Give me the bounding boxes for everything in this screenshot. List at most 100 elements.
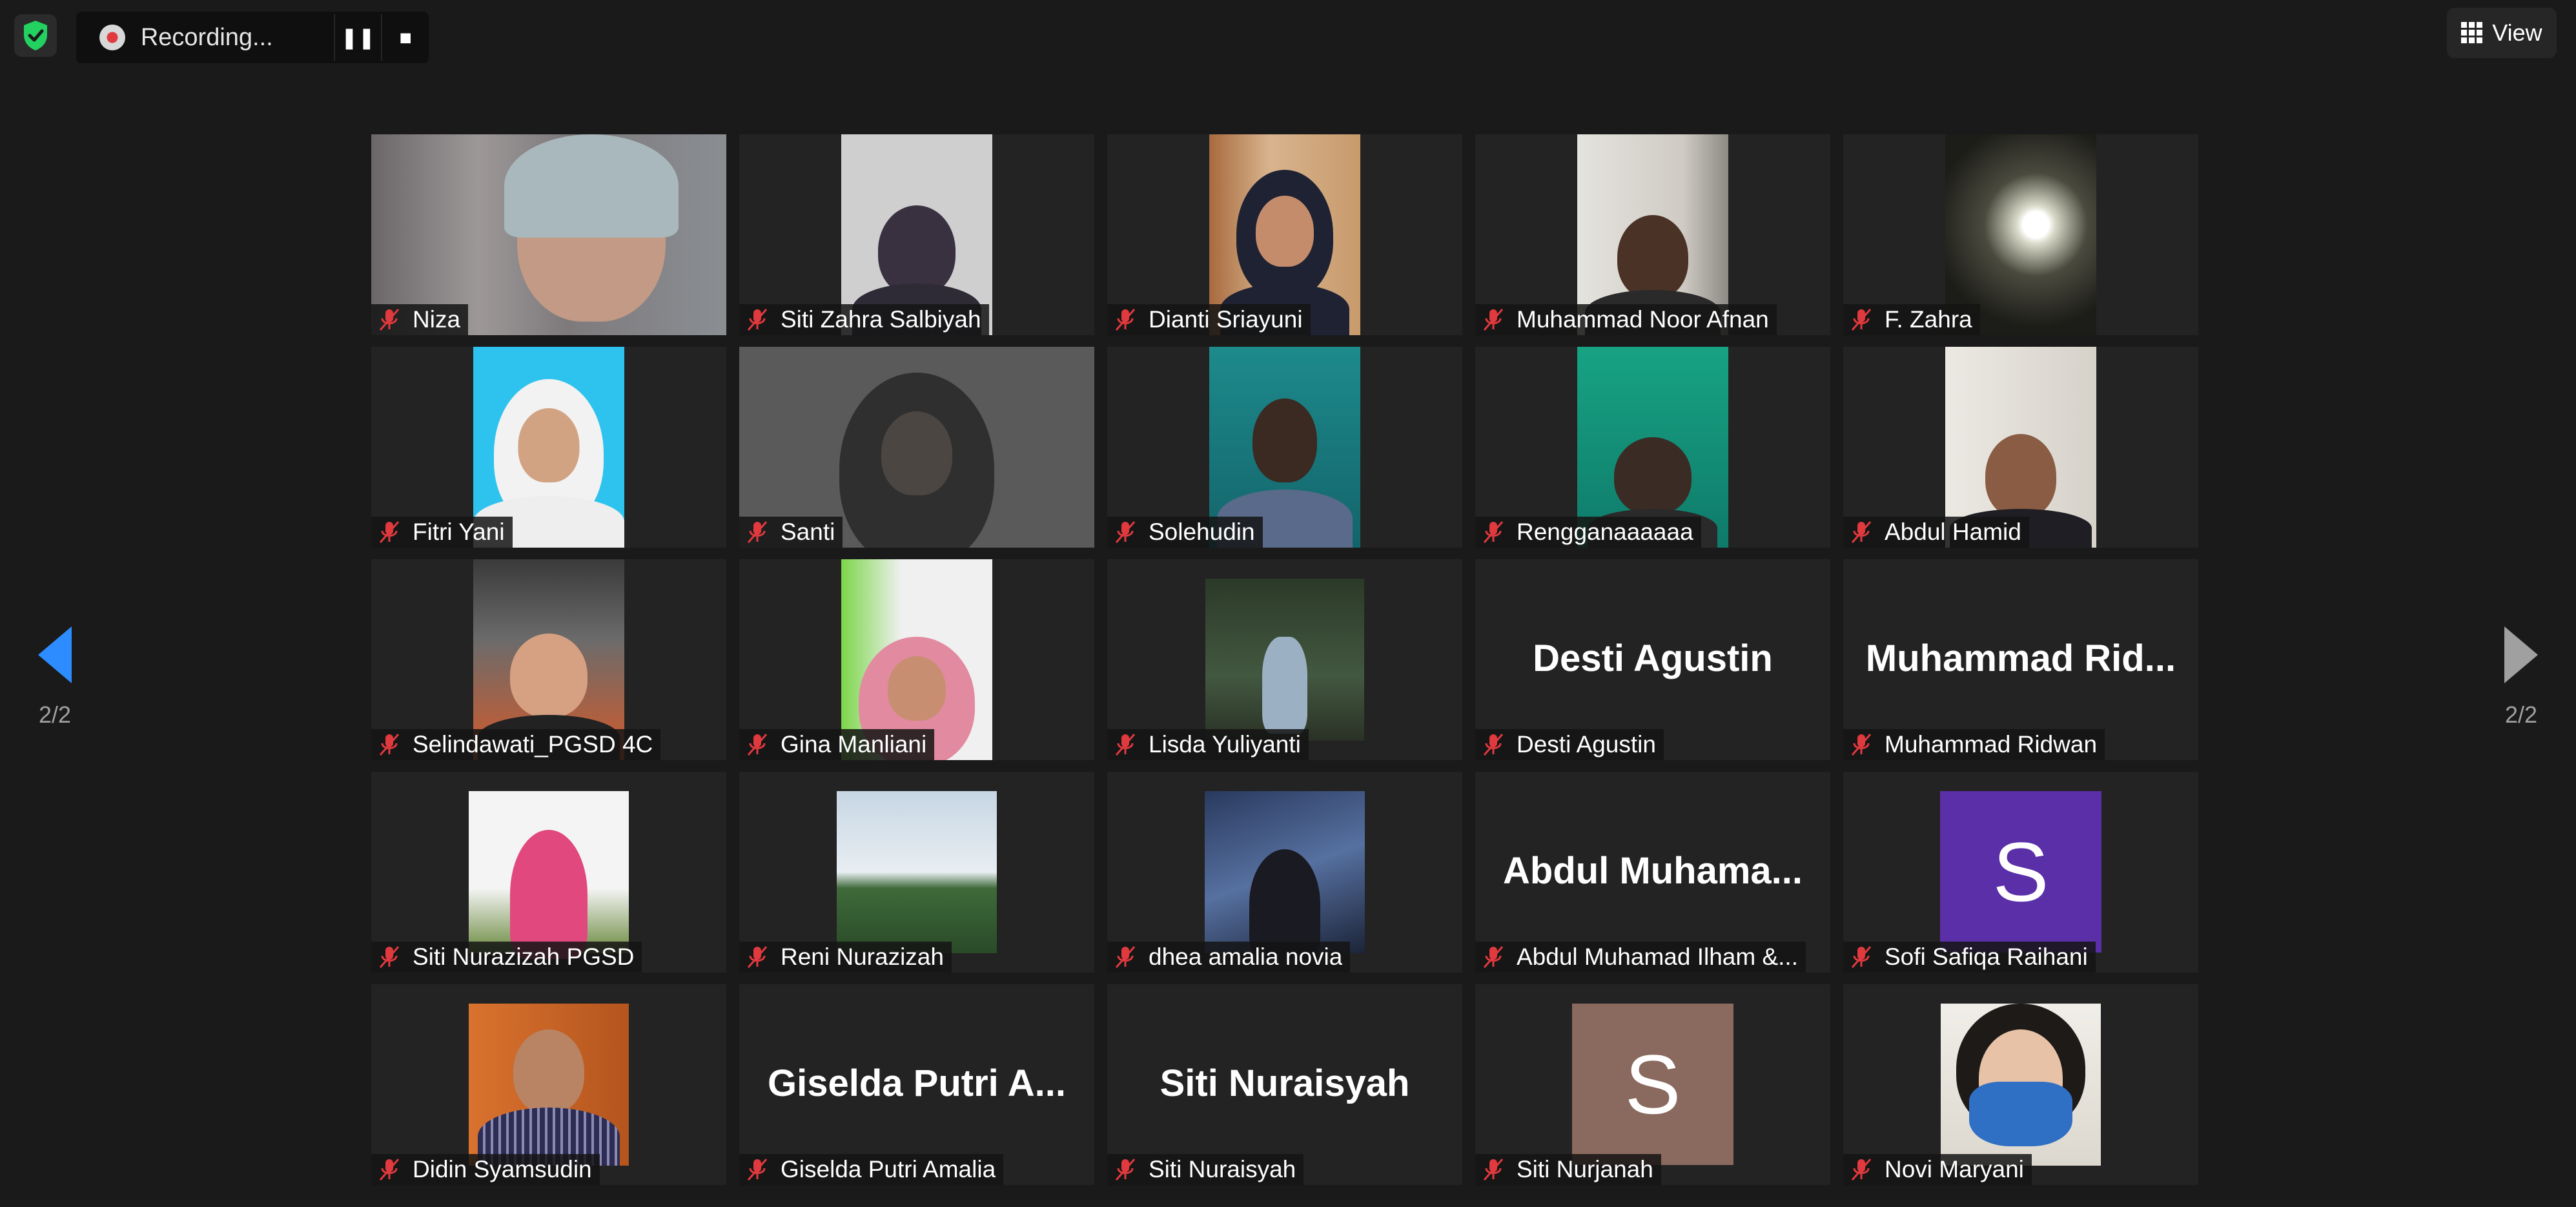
muted-mic-icon xyxy=(1851,309,1872,331)
participant-tile[interactable]: Didin Syamsudin xyxy=(371,984,726,1185)
view-button[interactable]: View xyxy=(2447,8,2557,58)
participant-display-name: Abdul Muhama... xyxy=(1503,850,1803,892)
recording-icon xyxy=(99,25,125,50)
participant-face xyxy=(1256,196,1314,267)
participant-name-label: Lisda Yuliyanti xyxy=(1107,729,1309,760)
participant-face xyxy=(878,205,956,296)
muted-mic-icon xyxy=(1483,734,1504,756)
participant-display-name: Muhammad Rid... xyxy=(1865,637,2176,679)
recording-bar: Recording... ❚❚ ■ xyxy=(76,12,429,63)
participant-tile[interactable]: Selindawati_PGSD 4C xyxy=(371,559,726,760)
page-indicator-left: 2/2 xyxy=(38,701,72,728)
muted-mic-icon xyxy=(1115,309,1136,331)
participant-mask xyxy=(1969,1082,2072,1146)
participant-tile[interactable]: Siti Nuraisyah Siti Nuraisyah xyxy=(1107,984,1462,1185)
muted-mic-icon xyxy=(1851,734,1872,756)
security-shield-icon[interactable] xyxy=(14,14,57,57)
participant-name-label: Fitri Yani xyxy=(371,517,513,548)
participant-face xyxy=(513,1029,584,1113)
muted-mic-icon xyxy=(747,1159,768,1181)
participant-avatar: S xyxy=(1940,791,2101,953)
muted-mic-icon xyxy=(1483,309,1504,331)
muted-mic-icon xyxy=(1851,946,1872,968)
participant-tile[interactable]: Desti Agustin Desti Agustin xyxy=(1475,559,1830,760)
participant-face xyxy=(518,408,580,482)
participant-name-label: Giselda Putri Amalia xyxy=(739,1154,1004,1185)
participant-display-name: Siti Nuraisyah xyxy=(1160,1062,1410,1104)
participant-tile[interactable]: Santi xyxy=(739,347,1094,548)
participant-display-name: Desti Agustin xyxy=(1533,637,1773,679)
participant-face xyxy=(1985,434,2056,518)
participant-tile[interactable]: Rengganaaaaaa xyxy=(1475,347,1830,548)
participant-face xyxy=(888,656,946,721)
participant-name-label: Solehudin xyxy=(1107,517,1263,548)
participant-name-label: Rengganaaaaaa xyxy=(1475,517,1701,548)
participant-tile[interactable]: Giselda Putri A... Giselda Putri Amalia xyxy=(739,984,1094,1185)
participant-name-label: Abdul Hamid xyxy=(1843,517,2029,548)
participant-name-label: Siti Nuraisyah xyxy=(1107,1154,1304,1185)
grid-icon xyxy=(2461,22,2483,43)
participant-tile[interactable]: Dianti Sriayuni xyxy=(1107,134,1462,335)
muted-mic-icon xyxy=(379,309,400,331)
muted-mic-icon xyxy=(1851,1159,1872,1181)
participant-name-label: F. Zahra xyxy=(1843,304,1980,335)
participant-name-label: Muhammad Noor Afnan xyxy=(1475,304,1777,335)
participant-tile[interactable]: Reni Nurazizah xyxy=(739,772,1094,973)
participant-tile[interactable]: Niza xyxy=(371,134,726,335)
previous-page-button[interactable]: 2/2 xyxy=(26,626,84,728)
stop-recording-button[interactable]: ■ xyxy=(381,14,429,61)
participant-face xyxy=(510,634,588,717)
participant-name-label: Novi Maryani xyxy=(1843,1154,2032,1185)
next-page-button[interactable]: 2/2 xyxy=(2492,626,2550,728)
muted-mic-icon xyxy=(1115,946,1136,968)
gallery-grid: Niza Siti Zahra Salbiyah Dianti Sriayuni xyxy=(371,134,2198,1185)
participant-name-label: Sofi Safiqa Raihani xyxy=(1843,942,2096,973)
participant-display-name: Giselda Putri A... xyxy=(768,1062,1066,1104)
participant-tile[interactable]: Siti Zahra Salbiyah xyxy=(739,134,1094,335)
muted-mic-icon xyxy=(1851,521,1872,543)
participant-tile[interactable]: Novi Maryani xyxy=(1843,984,2198,1185)
participant-face xyxy=(1252,398,1317,482)
muted-mic-icon xyxy=(747,521,768,543)
participant-tile[interactable]: Fitri Yani xyxy=(371,347,726,548)
muted-mic-icon xyxy=(379,734,400,756)
page-indicator-right: 2/2 xyxy=(2504,701,2538,728)
participant-name-label: Abdul Muhamad Ilham &... xyxy=(1475,942,1806,973)
muted-mic-icon xyxy=(1483,946,1504,968)
participant-tile[interactable]: Abdul Hamid xyxy=(1843,347,2198,548)
muted-mic-icon xyxy=(1483,521,1504,543)
participant-tile[interactable]: Muhammad Noor Afnan xyxy=(1475,134,1830,335)
participant-name-label: Dianti Sriayuni xyxy=(1107,304,1311,335)
participant-tile[interactable]: dhea amalia novia xyxy=(1107,772,1462,973)
muted-mic-icon xyxy=(1115,734,1136,756)
video-feed xyxy=(469,791,629,959)
participant-tile[interactable]: F. Zahra xyxy=(1843,134,2198,335)
participant-tile[interactable]: Lisda Yuliyanti xyxy=(1107,559,1462,760)
muted-mic-icon xyxy=(379,521,400,543)
muted-mic-icon xyxy=(379,1159,400,1181)
participant-name-label: Selindawati_PGSD 4C xyxy=(371,729,661,760)
stop-icon: ■ xyxy=(399,25,412,49)
participant-tile[interactable]: Muhammad Rid... Muhammad Ridwan xyxy=(1843,559,2198,760)
participant-name-label: Gina Manliani xyxy=(739,729,935,760)
pause-recording-button[interactable]: ❚❚ xyxy=(333,14,382,61)
participant-avatar: S xyxy=(1572,1004,1733,1165)
participant-tile[interactable]: Siti Nurazizah PGSD xyxy=(371,772,726,973)
arrow-right-icon xyxy=(2504,626,2538,683)
participant-name-label: Desti Agustin xyxy=(1475,729,1664,760)
muted-mic-icon xyxy=(747,946,768,968)
participant-tile[interactable]: S Siti Nurjanah xyxy=(1475,984,1830,1185)
participant-tile[interactable]: Solehudin xyxy=(1107,347,1462,548)
muted-mic-icon xyxy=(747,309,768,331)
participant-face xyxy=(1614,437,1692,515)
participant-tile[interactable]: S Sofi Safiqa Raihani xyxy=(1843,772,2198,973)
participant-tile[interactable]: Abdul Muhama... Abdul Muhamad Ilham &... xyxy=(1475,772,1830,973)
meeting-window: Recording... ❚❚ ■ View 2/2 2/2 Niza Siti… xyxy=(0,0,2576,1207)
participant-tile[interactable]: Gina Manliani xyxy=(739,559,1094,760)
participant-hijab xyxy=(510,830,588,959)
participant-name-label: Siti Nurazizah PGSD xyxy=(371,942,642,973)
video-feed xyxy=(837,791,997,953)
participant-face xyxy=(881,411,952,495)
participant-figure xyxy=(1262,637,1307,734)
participant-name-label: Muhammad Ridwan xyxy=(1843,729,2105,760)
